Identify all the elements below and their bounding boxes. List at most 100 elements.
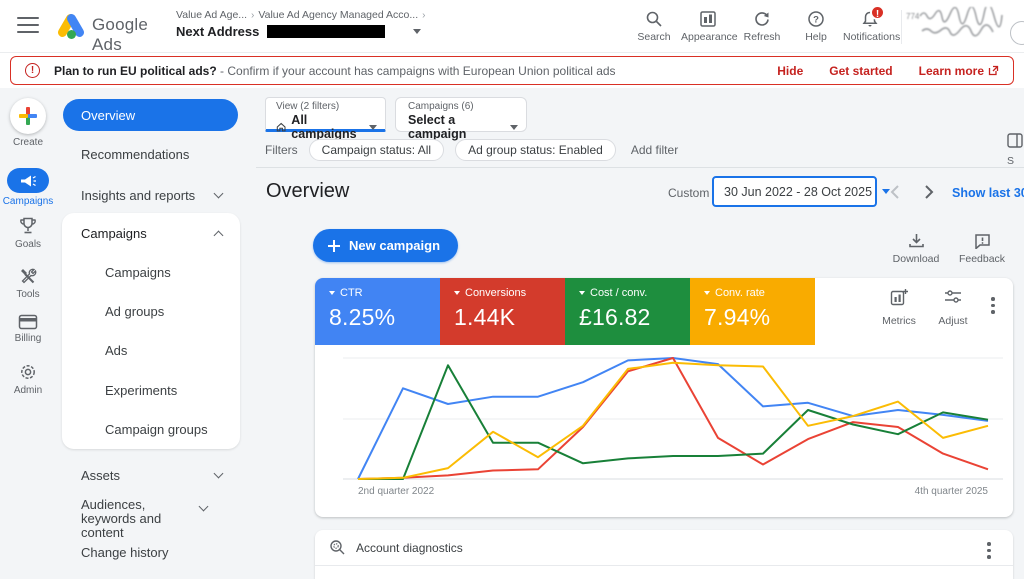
scorecard-1[interactable]: Conversions 1.44K bbox=[440, 278, 565, 345]
diagnostics-title: Account diagnostics bbox=[356, 541, 463, 555]
sidenav-item-campaign-groups[interactable]: Campaign groups bbox=[63, 419, 238, 439]
refresh-icon bbox=[753, 10, 771, 28]
next-period-button[interactable] bbox=[918, 182, 938, 202]
rail-item-billing[interactable]: Billing bbox=[0, 314, 56, 344]
account-name[interactable]: Next Address bbox=[176, 24, 259, 39]
rail-item-campaigns[interactable]: Campaigns bbox=[0, 168, 56, 207]
scorecard-3[interactable]: Conv. rate 7.94% bbox=[690, 278, 815, 345]
x-axis-end-label: 4th quarter 2025 bbox=[915, 486, 989, 497]
account-switcher-caret-icon[interactable] bbox=[413, 29, 421, 34]
navigation-rail: Create Campaigns Goals Tools Billing Adm… bbox=[0, 88, 56, 579]
external-link-icon bbox=[988, 65, 999, 76]
sidenav-item-insights-and-reports[interactable]: Insights and reports bbox=[63, 185, 238, 205]
adjust-button[interactable]: Adjust bbox=[927, 288, 979, 327]
metrics-button[interactable]: Metrics bbox=[873, 288, 925, 327]
menu-icon[interactable] bbox=[17, 17, 39, 33]
side-navigation: Overview Recommendations Insights and re… bbox=[56, 88, 248, 579]
sidenav-item-change-history[interactable]: Change history bbox=[63, 542, 238, 562]
sidenav-group-campaigns[interactable]: Campaigns bbox=[63, 223, 238, 243]
panel-icon bbox=[1007, 133, 1023, 148]
edge-panel-button[interactable]: S bbox=[1007, 133, 1024, 167]
download-button[interactable]: Download bbox=[889, 233, 943, 265]
google-ads-overview-page: { "topbar": { "product": "Google Ads", "… bbox=[0, 0, 1024, 579]
diagnostics-icon bbox=[329, 539, 346, 556]
sidenav-item-ads[interactable]: Ads bbox=[63, 340, 238, 360]
campaigns-megaphone-icon bbox=[20, 174, 36, 188]
billing-card-icon bbox=[18, 314, 38, 330]
search-icon bbox=[645, 10, 663, 28]
breadcrumb-level1[interactable]: Value Ad Age... bbox=[176, 9, 247, 21]
sidenav-item-campaigns[interactable]: Campaigns bbox=[63, 262, 238, 282]
top-app-bar: Google Ads Value Ad Age...›Value Ad Agen… bbox=[0, 0, 1024, 53]
overview-chart-card: CTR 8.25% Conversions 1.44K Cost / conv.… bbox=[315, 278, 1013, 517]
refresh-button[interactable]: Refresh bbox=[735, 10, 789, 43]
page-title: Overview bbox=[266, 180, 349, 203]
view-dropdown[interactable]: View (2 filters) All campaigns bbox=[265, 97, 386, 132]
alert-hide-button[interactable]: Hide bbox=[777, 64, 803, 78]
sidenav-item-recommendations[interactable]: Recommendations bbox=[63, 144, 238, 164]
new-campaign-button[interactable]: New campaign bbox=[313, 229, 458, 262]
campaigns-nav-card: Campaigns Campaigns Ad groups Ads Experi… bbox=[62, 213, 240, 449]
sidenav-item-assets[interactable]: Assets bbox=[63, 465, 238, 485]
search-button[interactable]: Search bbox=[627, 10, 681, 43]
eu-political-ads-alert: ! Plan to run EU political ads? - Confir… bbox=[10, 56, 1014, 85]
feedback-button[interactable]: Feedback bbox=[955, 233, 1009, 265]
svg-text:774: 774 bbox=[906, 12, 920, 21]
alert-zone: ! Plan to run EU political ads? - Confir… bbox=[0, 53, 1024, 88]
alert-message: Confirm if your account has campaigns wi… bbox=[227, 64, 615, 78]
account-info[interactable]: 774 bbox=[906, 7, 1024, 46]
adjust-sliders-icon bbox=[944, 288, 962, 306]
filter-chip-ad-group-status[interactable]: Ad group status: Enabled bbox=[455, 139, 616, 161]
x-axis-start-label: 2nd quarter 2022 bbox=[358, 486, 435, 497]
trend-line-chart: 2nd quarter 2022 4th quarter 2025 bbox=[315, 345, 1013, 517]
date-mode-label: Custom bbox=[668, 186, 709, 200]
alert-get-started-button[interactable]: Get started bbox=[829, 64, 892, 78]
campaign-select-dropdown[interactable]: Campaigns (6) Select a campaign bbox=[395, 97, 527, 132]
appearance-button[interactable]: Appearance bbox=[681, 10, 735, 43]
rail-item-goals[interactable]: Goals bbox=[0, 216, 56, 250]
topbar-divider bbox=[901, 10, 902, 44]
diagnostics-menu-button[interactable] bbox=[977, 533, 1001, 562]
breadcrumb-level2[interactable]: Value Ad Agency Managed Acco... bbox=[258, 9, 418, 21]
admin-gear-icon bbox=[18, 362, 38, 382]
feedback-icon bbox=[974, 233, 991, 249]
alert-warning-icon: ! bbox=[25, 63, 40, 78]
product-name: Google Ads bbox=[92, 15, 166, 55]
alert-learn-more-link[interactable]: Learn more bbox=[919, 64, 999, 78]
rail-item-create[interactable]: Create bbox=[0, 98, 56, 148]
previous-period-button[interactable] bbox=[886, 182, 906, 202]
filters-label: Filters bbox=[265, 143, 298, 157]
scorecard-2[interactable]: Cost / conv. £16.82 bbox=[565, 278, 690, 345]
breadcrumb: Value Ad Age...›Value Ad Agency Managed … bbox=[176, 9, 429, 39]
avatar[interactable] bbox=[1010, 21, 1024, 45]
sidenav-item-ad-groups[interactable]: Ad groups bbox=[63, 301, 238, 321]
sidenav-item-experiments[interactable]: Experiments bbox=[63, 380, 238, 400]
series-line-conv-rate bbox=[358, 363, 988, 479]
chart-card-menu-button[interactable] bbox=[981, 288, 1005, 317]
sidenav-item-overview[interactable]: Overview bbox=[63, 99, 238, 131]
help-button[interactable]: ? Help bbox=[789, 10, 843, 43]
rail-item-admin[interactable]: Admin bbox=[0, 362, 56, 396]
create-plus-icon bbox=[18, 106, 38, 126]
rail-item-tools[interactable]: Tools bbox=[0, 266, 56, 300]
dropdown-caret-icon bbox=[510, 125, 518, 130]
filter-chip-campaign-status[interactable]: Campaign status: All bbox=[309, 139, 444, 161]
plus-icon bbox=[327, 239, 341, 253]
add-filter-button[interactable]: Add filter bbox=[631, 143, 678, 157]
filters-row: Filters Campaign status: All Ad group st… bbox=[265, 139, 678, 161]
date-range-picker[interactable]: 30 Jun 2022 - 28 Oct 2025 bbox=[712, 176, 877, 207]
notifications-button[interactable]: ! Notifications bbox=[843, 10, 897, 43]
home-icon bbox=[276, 121, 286, 133]
chevron-down-icon bbox=[214, 189, 224, 199]
account-info-scribble: 774 bbox=[906, 7, 1014, 41]
scorecard-strip: CTR 8.25% Conversions 1.44K Cost / conv.… bbox=[315, 278, 1013, 345]
notifications-badge: ! bbox=[870, 5, 885, 20]
sidenav-item-audiences-keywords-content[interactable]: Audiences, keywords and content bbox=[63, 498, 223, 540]
show-last-30-days-link[interactable]: Show last 30 da bbox=[952, 186, 1024, 200]
metric-caret-icon bbox=[704, 291, 710, 295]
series-line-cost-conv- bbox=[358, 365, 988, 479]
metrics-icon bbox=[890, 288, 908, 306]
scorecard-0[interactable]: CTR 8.25% bbox=[315, 278, 440, 345]
content-divider bbox=[256, 167, 1024, 168]
alert-separator: - bbox=[217, 64, 228, 78]
